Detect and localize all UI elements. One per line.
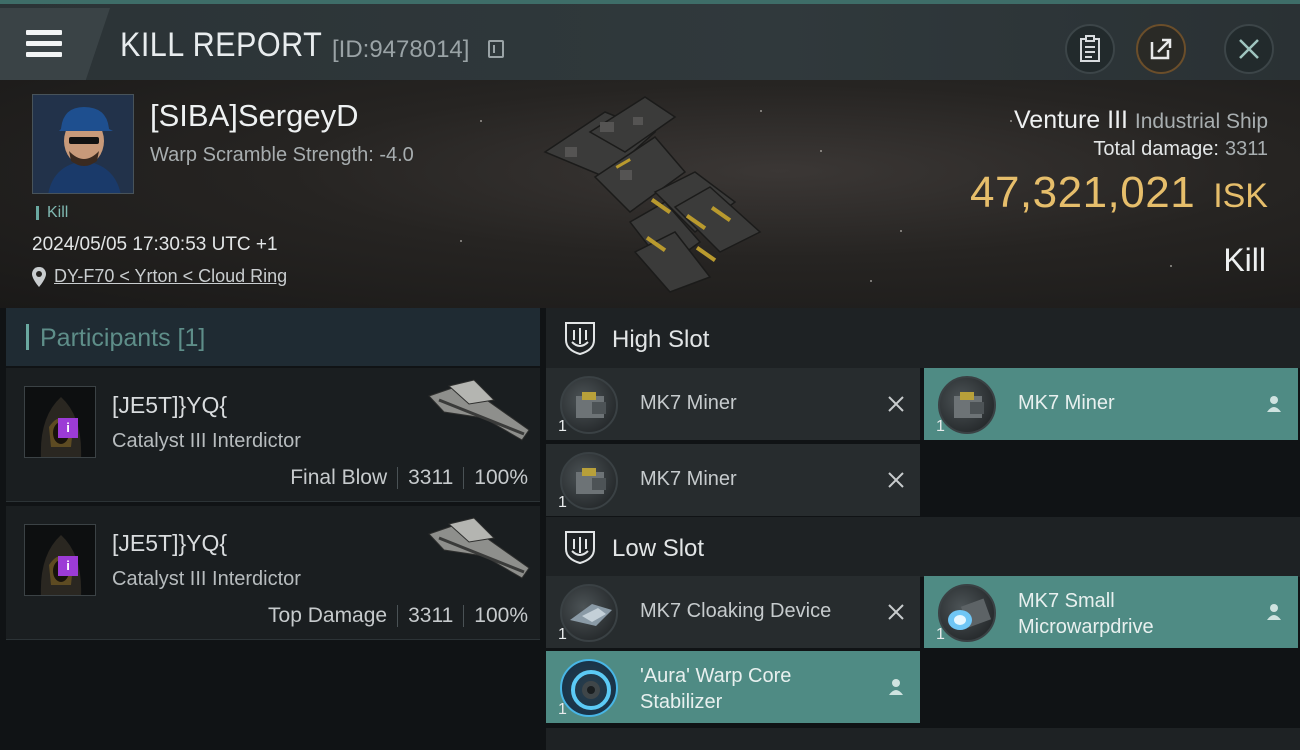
module-qty: 1 — [558, 626, 567, 643]
module-name: MK7 Cloaking Device — [640, 600, 832, 622]
participant-stats: Final Blow 3311 100% — [290, 466, 528, 490]
module-slot[interactable]: 1 MK7 Miner — [546, 444, 920, 516]
miner-icon — [938, 376, 996, 434]
kill-tag: Kill — [36, 205, 68, 221]
dropped-person-icon — [889, 679, 903, 695]
destroyed-icon — [888, 604, 904, 620]
participant-ship: Catalyst III Interdictor — [112, 430, 301, 452]
low-slot-icon — [565, 531, 595, 565]
participant-damage: 3311 — [408, 604, 454, 627]
location-link[interactable]: DY-F70 < Yrton < Cloud Ring — [54, 266, 287, 287]
clipboard-icon — [1080, 35, 1100, 62]
victim-banner: [SIBA]SergeyD Warp Scramble Strength: -4… — [0, 80, 1300, 308]
module-name: MK7 Small Microwarpdrive — [1018, 588, 1154, 640]
module-slot[interactable]: 1 MK7 Miner — [924, 368, 1298, 440]
ship-name: Venture III — [1014, 106, 1128, 134]
module-name: MK7 Miner — [1018, 392, 1115, 414]
high-slot-icon — [565, 322, 595, 356]
next-slot-header — [546, 728, 1300, 750]
module-name: 'Aura' Warp Core Stabilizer — [640, 663, 791, 715]
warp-core-stabilizer-icon — [560, 659, 618, 717]
top-bar: KILL REPORT [ID:9478014] — [0, 0, 1300, 80]
module-qty: 1 — [936, 418, 945, 435]
participant-percent: 100% — [474, 604, 528, 627]
dropped-person-icon — [1267, 396, 1281, 412]
share-button[interactable] — [1136, 24, 1186, 74]
participants-title: Participants [1] — [40, 324, 206, 352]
cloaking-device-icon — [560, 584, 618, 642]
copy-icon[interactable] — [488, 40, 504, 58]
participant-ship-image — [428, 379, 530, 441]
module-name-line2: Microwarpdrive — [1018, 616, 1154, 638]
module-qty: 1 — [558, 418, 567, 435]
page-title: KILL REPORT — [120, 26, 323, 64]
total-damage: Total damage: 3311 — [1093, 138, 1268, 161]
isk-value: 47,321,021 ISK — [970, 168, 1268, 218]
location-pin-icon — [32, 267, 46, 287]
damage-label: Total damage: — [1093, 138, 1219, 160]
participant-name[interactable]: [JE5T]}YQ{ — [112, 530, 227, 557]
miner-icon — [560, 452, 618, 510]
module-name: MK7 Miner — [640, 392, 737, 414]
participant-card[interactable]: i [JE5T]}YQ{ Catalyst III Interdictor To… — [6, 506, 540, 640]
participant-role: Top Damage — [268, 604, 388, 627]
isk-amount: 47,321,021 — [969, 168, 1196, 217]
header-accent — [26, 324, 29, 350]
module-qty: 1 — [558, 494, 567, 511]
low-slot-header: Low Slot — [546, 517, 1300, 577]
destroyed-icon — [888, 396, 904, 412]
close-button[interactable] — [1224, 24, 1274, 74]
participant-card[interactable]: i [JE5T]}YQ{ Catalyst III Interdictor Fi… — [6, 368, 540, 502]
ship-class: Industrial Ship — [1134, 110, 1268, 133]
destroyed-icon — [888, 472, 904, 488]
module-name-line1: MK7 Small — [1018, 590, 1115, 612]
participant-damage: 3311 — [408, 466, 454, 489]
participant-percent: 100% — [474, 466, 528, 489]
victim-avatar[interactable] — [32, 94, 134, 194]
kill-datetime: 2024/05/05 17:30:53 UTC +1 — [32, 234, 278, 255]
dropped-person-icon — [1267, 604, 1281, 620]
participants-header[interactable]: Participants [1] — [6, 308, 540, 366]
close-icon — [1239, 39, 1259, 59]
damage-value: 3311 — [1224, 138, 1268, 160]
report-id: [ID:9478014] — [332, 36, 470, 63]
participant-ship: Catalyst III Interdictor — [112, 568, 301, 590]
victim-ship-image — [543, 96, 762, 293]
high-slot-title: High Slot — [612, 326, 710, 353]
module-slot[interactable]: 1 MK7 Cloaking Device — [546, 576, 920, 648]
menu-button[interactable] — [0, 8, 110, 80]
high-slot-header: High Slot — [546, 308, 1300, 368]
victim-stat: Warp Scramble Strength: -4.0 — [150, 144, 414, 166]
victim-ship: Venture III Industrial Ship — [1014, 106, 1268, 135]
miner-icon — [560, 376, 618, 434]
module-name-line1: 'Aura' Warp Core — [640, 665, 792, 687]
low-slot-title: Low Slot — [612, 535, 705, 562]
module-qty: 1 — [936, 626, 945, 643]
participant-role: Final Blow — [290, 466, 388, 489]
module-slot[interactable]: 1 MK7 Small Microwarpdrive — [924, 576, 1298, 648]
participant-name[interactable]: [JE5T]}YQ{ — [112, 392, 227, 419]
module-name: MK7 Miner — [640, 468, 737, 490]
module-slot[interactable]: 1 MK7 Miner — [546, 368, 920, 440]
menu-icon — [26, 30, 62, 58]
module-name-line2: Stabilizer — [640, 691, 723, 713]
module-slot[interactable]: 1 'Aura' Warp Core Stabilizer — [546, 651, 920, 723]
corp-badge-icon: i — [58, 556, 78, 576]
corp-badge-icon: i — [58, 418, 78, 438]
participant-ship-image — [428, 517, 530, 579]
module-qty: 1 — [558, 701, 567, 718]
participant-stats: Top Damage 3311 100% — [268, 604, 528, 628]
isk-unit: ISK — [1213, 177, 1268, 215]
microwarpdrive-icon — [938, 584, 996, 642]
clipboard-button[interactable] — [1065, 24, 1115, 74]
result-label: Kill — [1223, 242, 1266, 278]
victim-name[interactable]: [SIBA]SergeyD — [150, 98, 358, 134]
share-icon — [1150, 38, 1172, 60]
